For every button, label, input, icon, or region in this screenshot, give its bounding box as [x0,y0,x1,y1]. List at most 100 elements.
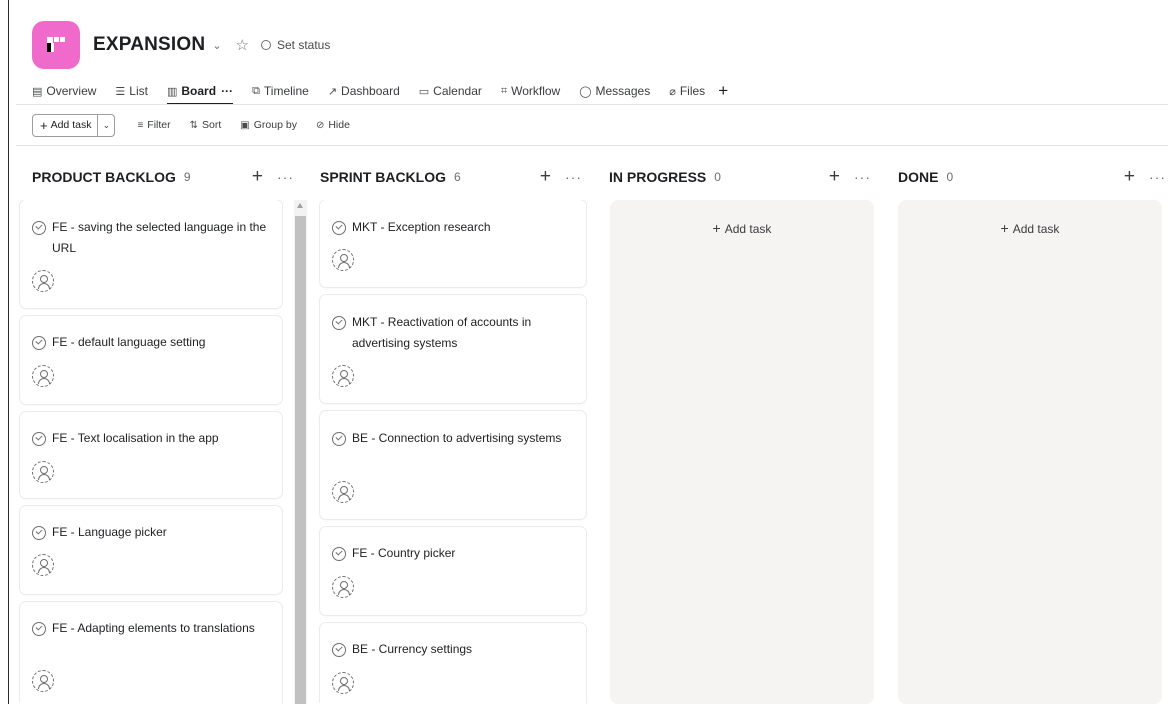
task-card[interactable]: MKT - Reactivation of accounts in advert… [320,295,586,403]
group-by-button[interactable]: ▣ Group by [240,119,297,131]
timeline-icon: ⧉ [252,84,260,97]
tab-dashboard[interactable]: ↗ Dashboard [328,80,400,102]
task-card[interactable]: BE - Currency settings [320,623,586,704]
column-count: 6 [454,170,461,184]
complete-check-icon[interactable] [332,432,346,446]
tab-list[interactable]: ☰ List [115,80,148,102]
add-task-plus-icon[interactable]: + [540,166,551,188]
column-lane-in-progress[interactable]: + Add task [610,200,874,704]
board-icon: ▥ [166,85,178,98]
kanban-board: PRODUCT BACKLOG 9 + ··· SPRINT BACKLOG 6… [16,146,1168,704]
tab-label: Timeline [263,84,309,98]
task-card[interactable]: FE - Country picker [320,527,586,615]
message-icon: ◯ [579,85,592,98]
assignee-avatar-icon[interactable] [332,672,354,694]
assignee-avatar-icon[interactable] [332,576,354,598]
add-tab-button[interactable]: + [718,81,728,101]
complete-check-icon[interactable] [32,336,46,350]
task-card[interactable]: FE - default language setting [20,316,282,404]
filter-button[interactable]: ≡ Filter [137,119,170,131]
board-toolbar: + Add task ⌄ ≡ Filter ⇅ Sort ▣ Group by … [32,113,350,137]
tab-workflow[interactable]: ⌗ Workflow [501,80,560,102]
assignee-avatar-icon[interactable] [332,365,354,387]
add-task-plus-icon[interactable]: + [1124,166,1135,188]
assignee-avatar-icon[interactable] [32,365,54,387]
more-options-icon[interactable]: ··· [854,169,871,185]
task-card[interactable]: FE - saving the selected language in the… [20,200,282,308]
column-title[interactable]: SPRINT BACKLOG [320,169,446,185]
complete-check-icon[interactable] [332,221,346,235]
more-options-icon[interactable]: ··· [565,169,582,185]
complete-check-icon[interactable] [32,221,46,235]
tab-label: Overview [46,84,97,98]
task-card[interactable]: FE - Adapting elements to translations [20,602,282,704]
task-card[interactable]: BE - Connection to advertising systems [320,411,586,519]
column-title[interactable]: IN PROGRESS [609,169,706,185]
column-header-product-backlog: PRODUCT BACKLOG 9 + ··· [32,166,294,188]
star-icon[interactable]: ☆ [236,36,249,54]
plus-icon: + [40,117,48,133]
scroll-up-arrow-icon[interactable] [297,203,303,208]
add-task-button[interactable]: + Add task [33,115,97,136]
task-title: FE - default language setting [52,335,206,349]
tab-files[interactable]: ⌀ Files [669,80,705,102]
add-task-plus-icon[interactable]: + [252,166,263,188]
calendar-icon: ▭ [418,85,430,98]
more-options-icon[interactable]: ··· [277,169,294,185]
project-logo-icon[interactable] [32,21,80,69]
complete-check-icon[interactable] [32,622,46,636]
workflow-icon: ⌗ [500,84,508,97]
chevron-down-icon[interactable]: ⌄ [97,114,114,136]
chart-icon: ↗ [327,85,338,98]
hide-button[interactable]: ⊘ Hide [316,119,350,131]
add-task-button[interactable]: + Add task [898,220,1162,236]
tab-label: Board [181,84,217,98]
column-header-sprint-backlog: SPRINT BACKLOG 6 + ··· [320,166,582,188]
task-card[interactable]: MKT - Exception research [320,200,586,287]
assignee-avatar-icon[interactable] [32,270,54,292]
add-task-label: Add task [1012,222,1060,236]
more-options-icon[interactable]: ··· [1149,169,1166,185]
task-card[interactable]: FE - Language picker [20,506,282,594]
tab-calendar[interactable]: ▭ Calendar [419,80,482,102]
column-title[interactable]: DONE [898,169,938,185]
tab-overview[interactable]: ▤ Overview [32,80,96,102]
project-title[interactable]: EXPANSION [93,34,205,56]
add-task-button[interactable]: + Add task [610,220,874,236]
set-status-button[interactable]: Set status [260,38,331,52]
column-header-in-progress: IN PROGRESS 0 + ··· [609,166,871,188]
tab-label: Workflow [511,84,561,98]
assignee-avatar-icon[interactable] [332,481,354,503]
column-count: 0 [946,170,954,184]
task-card[interactable]: FE - Text localisation in the app [20,412,282,498]
tab-label: Files [679,84,706,98]
tab-board[interactable]: ▥ Board ··· [166,80,234,105]
column-lane-product-backlog[interactable]: FE - saving the selected language in the… [16,200,294,704]
column-lane-sprint-backlog[interactable]: MKT - Exception research MKT - Reactivat… [316,200,592,704]
complete-check-icon[interactable] [332,643,346,657]
assignee-avatar-icon[interactable] [32,461,54,483]
complete-check-icon[interactable] [32,526,46,540]
sort-button[interactable]: ⇅ Sort [190,119,222,131]
complete-check-icon[interactable] [332,316,346,330]
document-icon: ▤ [32,85,43,98]
hide-label: Hide [328,119,350,131]
assignee-avatar-icon[interactable] [32,670,54,692]
complete-check-icon[interactable] [332,547,346,561]
set-status-label: Set status [276,38,331,52]
assignee-avatar-icon[interactable] [332,249,354,271]
window-left-border [8,0,9,704]
eye-off-icon: ⊘ [315,119,325,131]
task-title: BE - Connection to advertising systems [352,431,562,445]
complete-check-icon[interactable] [32,432,46,446]
column-title[interactable]: PRODUCT BACKLOG [32,169,176,185]
tab-timeline[interactable]: ⧉ Timeline [252,80,309,102]
task-title: FE - Language picker [52,525,167,539]
assignee-avatar-icon[interactable] [32,554,54,576]
column-lane-done[interactable]: + Add task [898,200,1162,704]
tab-more-icon[interactable]: ··· [221,84,233,98]
chevron-down-icon[interactable]: ⌄ [212,39,221,52]
column-scrollbar-thumb[interactable] [295,216,306,704]
add-task-plus-icon[interactable]: + [829,166,840,188]
tab-messages[interactable]: ◯ Messages [579,80,650,102]
